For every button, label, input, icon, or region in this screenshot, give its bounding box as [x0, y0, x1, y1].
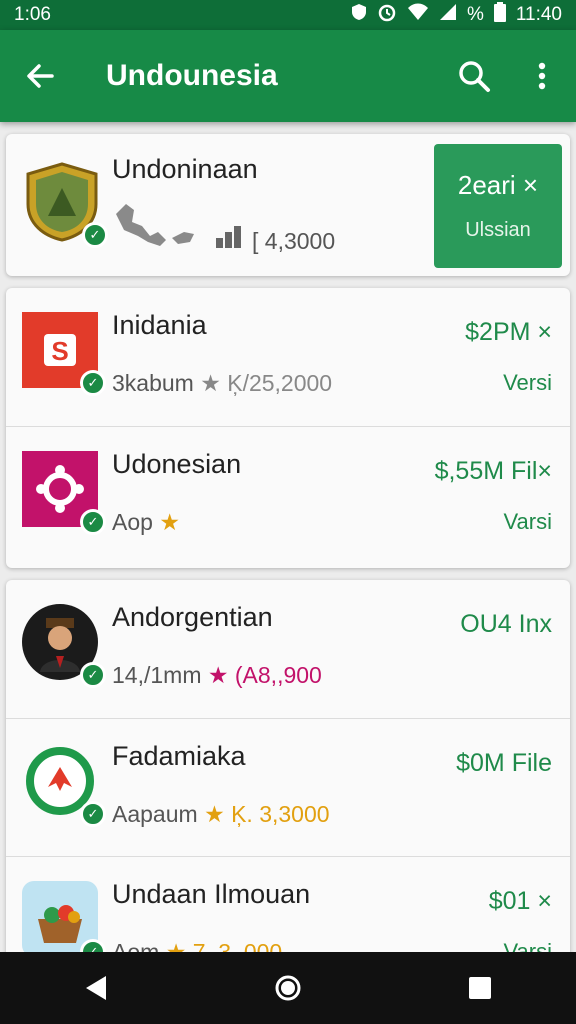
app-subtitle: 14,/1mm ★ (A8,,900 [112, 662, 322, 689]
install-button-label: 2eari × [457, 170, 539, 200]
app-subtitle: Aom ★ 7. 3,.000 [112, 939, 282, 952]
nav-recents-button[interactable] [440, 952, 520, 1024]
app-price[interactable]: $01 × [489, 887, 552, 916]
app-title: Udonesian [112, 449, 242, 479]
status-time-left: 1:06 [14, 4, 51, 25]
app-meta: Aom [112, 939, 160, 952]
app-price[interactable]: $2PM × [465, 318, 552, 347]
verified-check-icon: ✓ [80, 939, 106, 952]
battery-icon [493, 2, 506, 28]
list-item[interactable]: ✓ Fadamiaka Aapaum ★ Ķ. 3,3000 $0M File [6, 718, 570, 856]
status-icons: % 11:40 [351, 2, 562, 28]
app-title: Inidania [112, 310, 207, 340]
app-group-1: S ✓ Inidania 3kabum ★ Ķ/25,2000 $2PM × V… [6, 288, 570, 568]
more-vert-icon [538, 62, 546, 90]
verified-check-icon: ✓ [80, 370, 106, 396]
nav-home-button[interactable] [248, 952, 328, 1024]
app-meta: Aapaum [112, 801, 198, 827]
app-list: ✓ Undoninaan [ 4,3000 2eari × Ulssian S … [0, 122, 576, 952]
app-icon-basket: ✓ [22, 881, 106, 952]
home-circle-icon [275, 975, 301, 1001]
app-icon-red: S ✓ [22, 312, 106, 396]
verified-check-icon: ✓ [80, 801, 106, 827]
app-title: Fadamiaka [112, 741, 246, 771]
avatar: ✓ [22, 604, 106, 688]
back-button[interactable] [0, 30, 80, 122]
app-subtitle: Aop ★ [112, 509, 180, 536]
rating-text: ★ 7. 3,.000 [165, 939, 283, 952]
list-item[interactable]: S ✓ Inidania 3kabum ★ Ķ/25,2000 $2PM × V… [6, 288, 570, 426]
app-icon-green-ring: ✓ [22, 743, 106, 827]
app-price[interactable]: OU4 Inx [460, 610, 552, 639]
app-subtitle: 3kabum ★ Ķ/25,2000 [112, 370, 332, 397]
rating-text: ★ Ķ/25,2000 [200, 370, 333, 396]
list-item[interactable]: ✓ Udonesian Aop ★ $,55M Fil× Varsi [6, 426, 570, 564]
app-subtitle: Aapaum ★ Ķ. 3,3000 [112, 801, 330, 828]
shield-icon [351, 3, 367, 27]
verified-check-icon: ✓ [82, 222, 108, 248]
svg-text:S: S [51, 336, 68, 366]
app-meta: 14,/1mm [112, 662, 202, 688]
app-version: Versi [503, 370, 552, 395]
alarm-icon [377, 2, 397, 28]
overflow-menu-button[interactable] [508, 30, 576, 122]
app-meta: 3kabum [112, 370, 194, 396]
wifi-icon [407, 3, 429, 27]
app-meta: Aop [112, 509, 153, 535]
app-version: Varsi [503, 939, 553, 952]
status-time-right: 11:40 [515, 4, 562, 25]
page-title: Undounesia [106, 59, 278, 92]
install-button-sublabel: Ulssian [465, 219, 531, 241]
app-group-2: ✓ Andorgentian 14,/1mm ★ (A8,,900 OU4 In… [6, 580, 570, 952]
app-price[interactable]: $0M File [456, 749, 552, 778]
app-version: Varsi [503, 509, 553, 534]
chart-bar-icon [216, 226, 242, 253]
app-title: Andorgentian [112, 602, 273, 632]
rating-text: ★ (A8,,900 [207, 662, 322, 688]
featured-card[interactable]: ✓ Undoninaan [ 4,3000 2eari × Ulssian [6, 134, 570, 276]
nav-back-button[interactable] [56, 952, 136, 1024]
system-nav-bar [0, 952, 576, 1024]
signal-icon [439, 3, 457, 27]
list-item[interactable]: ✓ Andorgentian 14,/1mm ★ (A8,,900 OU4 In… [6, 580, 570, 718]
app-price[interactable]: $,55M Fil× [435, 457, 552, 486]
app-title: Undaan Ilmouan [112, 879, 311, 909]
app-icon-magenta: ✓ [22, 451, 106, 535]
rating-text: ★ [159, 509, 180, 535]
list-item[interactable]: ✓ Undaan Ilmouan Aom ★ 7. 3,.000 $01 × V… [6, 856, 570, 952]
app-bar: Undounesia [0, 30, 576, 122]
back-triangle-icon [86, 976, 106, 1000]
search-icon [459, 61, 490, 92]
verified-check-icon: ✓ [80, 509, 106, 535]
featured-title: Undoninaan [112, 154, 258, 184]
map-icon [112, 196, 202, 261]
arrow-left-icon [27, 64, 54, 88]
emblem-icon: ✓ [24, 162, 108, 248]
battery-percent-text: % [466, 4, 484, 25]
verified-check-icon: ✓ [80, 662, 106, 688]
search-button[interactable] [440, 30, 508, 122]
status-bar: 1:06 % 11:40 [0, 0, 576, 30]
featured-stat: [ 4,3000 [252, 228, 336, 254]
rating-text: ★ Ķ. 3,3000 [204, 801, 330, 827]
install-button[interactable]: 2eari × Ulssian [434, 144, 562, 268]
recents-square-icon [469, 977, 491, 999]
